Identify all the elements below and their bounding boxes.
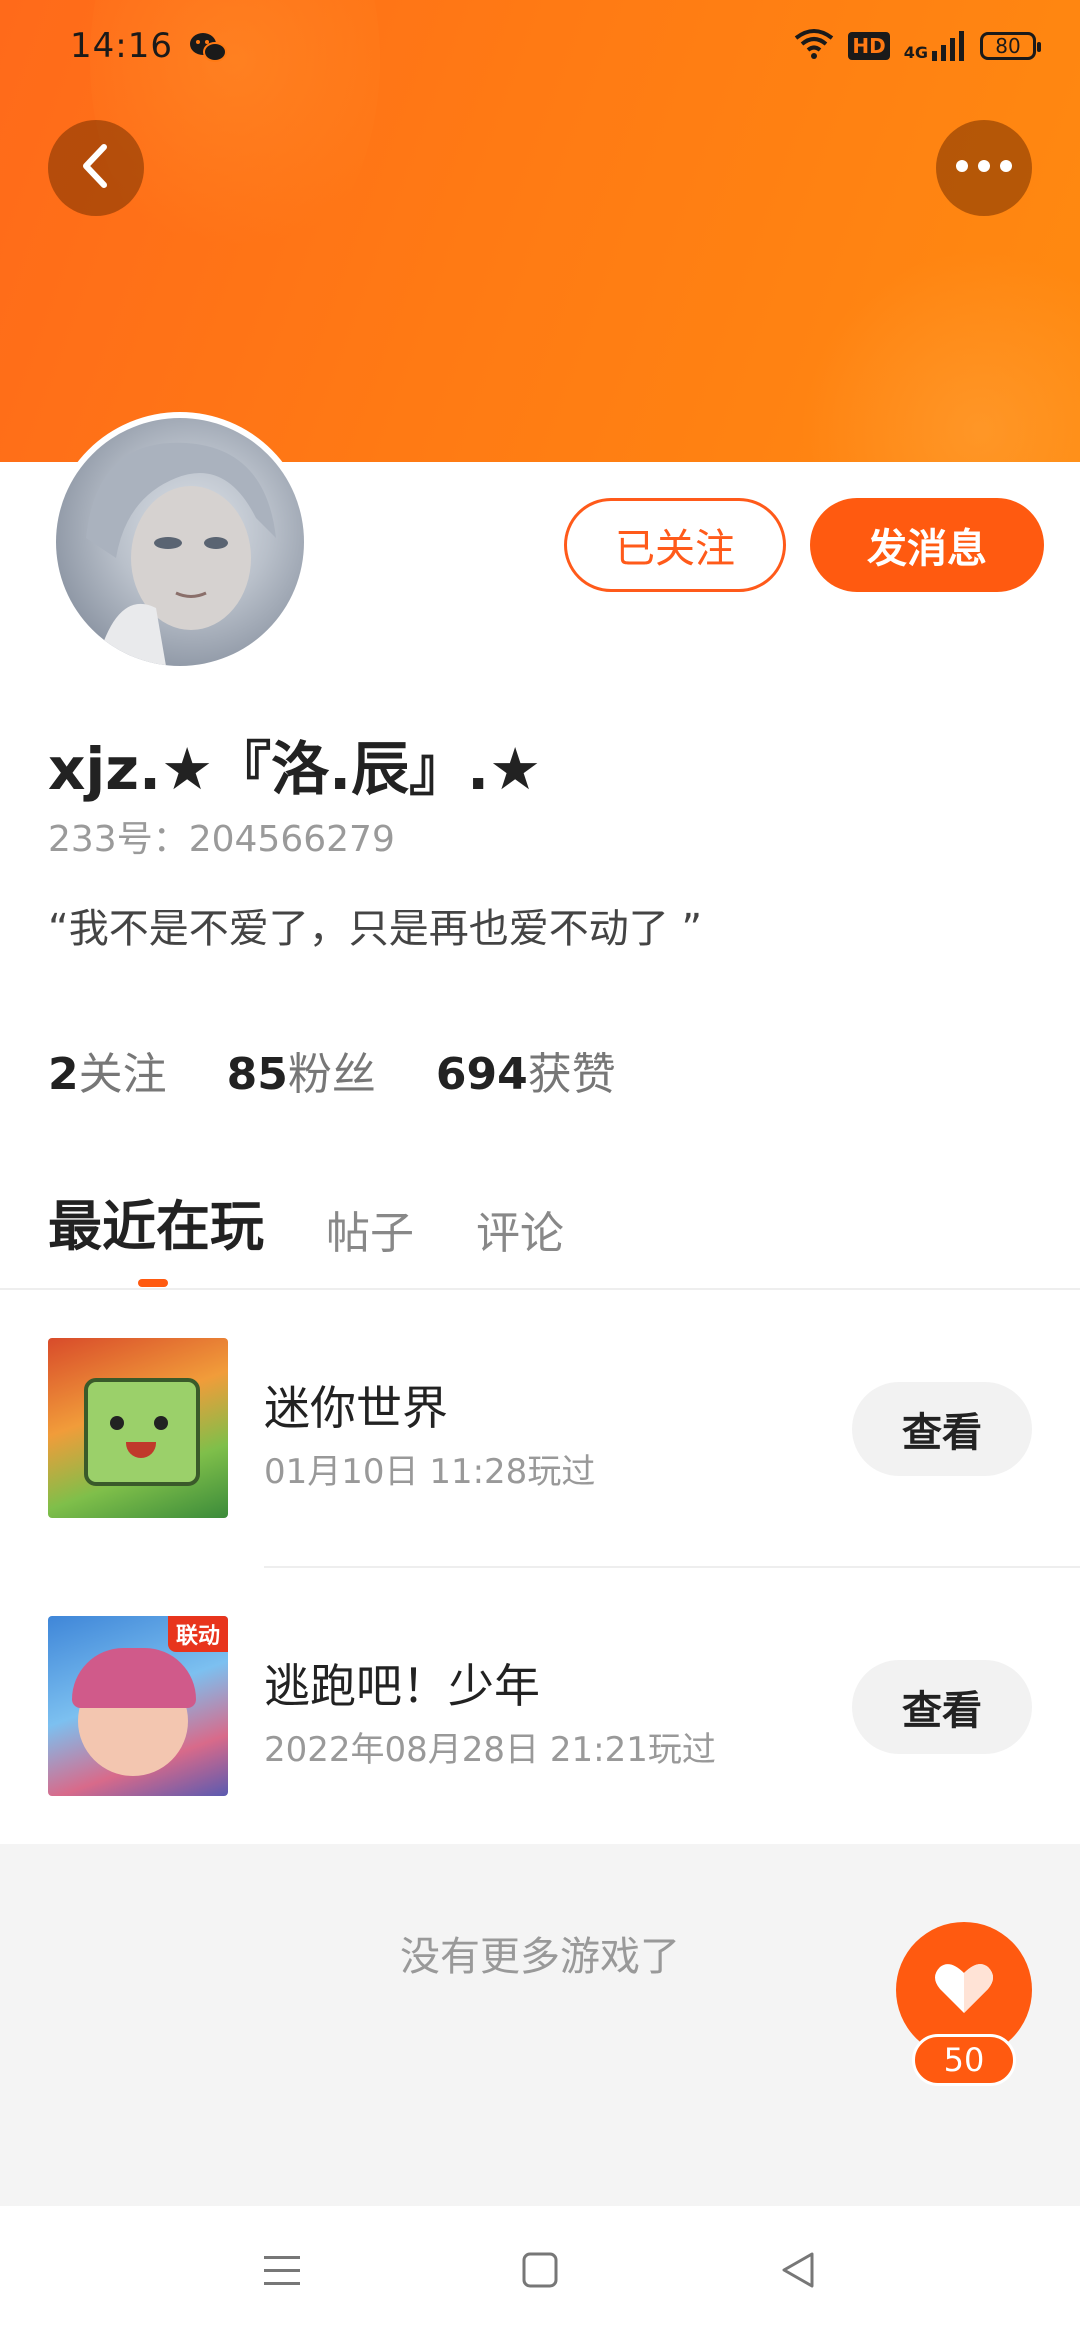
chevron-left-icon [76, 141, 116, 195]
battery-icon: 80 [980, 32, 1041, 60]
wechat-notification-icon [188, 30, 228, 66]
collab-badge: 联动 [167, 1616, 228, 1652]
mini-world-game-icon [48, 1338, 228, 1518]
tab-recently-played[interactable]: 最近在玩 [48, 1182, 264, 1261]
network-type: 4G [903, 43, 928, 62]
cellular-signal-icon: 4G [904, 31, 966, 61]
active-tab-indicator [138, 1279, 168, 1287]
game-played-time: 01月10日 11:28玩过 [264, 1452, 596, 1492]
back-nav-button[interactable] [768, 2242, 828, 2302]
stat-following[interactable]: 2关注 [48, 1038, 167, 1102]
stat-label: 粉丝 [287, 1049, 376, 1100]
view-button[interactable]: 查看 [852, 1382, 1032, 1476]
list-item[interactable]: 联动 逃跑吧！少年 2022年08月28日 21:21玩过 查看 [0, 1616, 1080, 1796]
status-bar: 14:16 HD 4G 80 [0, 0, 1080, 96]
back-button[interactable] [48, 120, 144, 216]
tabs-divider [0, 1288, 1080, 1290]
home-nav-button[interactable] [510, 2242, 570, 2302]
banner-decoration [800, 250, 1080, 462]
profile-stats: 2关注 85粉丝 694获赞 [48, 1038, 616, 1102]
game-name: 迷你世界 [264, 1381, 448, 1435]
stat-number: 85 [226, 1049, 288, 1100]
followed-button[interactable]: 已关注 [564, 498, 786, 592]
status-icons: HD 4G 80 [794, 28, 1041, 64]
avatar-image [56, 418, 304, 666]
stat-number: 2 [48, 1049, 79, 1100]
tab-posts[interactable]: 帖子 [326, 1197, 414, 1261]
user-bio: “我不是不爱了，只是再也爱不动了 ” [48, 906, 703, 952]
more-options-button[interactable] [936, 120, 1032, 216]
list-item[interactable]: 迷你世界 01月10日 11:28玩过 查看 [0, 1338, 1080, 1518]
tab-comments[interactable]: 评论 [476, 1197, 564, 1261]
more-dots-icon [954, 158, 1014, 178]
battery-level: 80 [995, 34, 1021, 58]
view-button[interactable]: 查看 [852, 1660, 1032, 1754]
heart-icon [934, 1961, 994, 2019]
like-count-badge: 50 [912, 2034, 1016, 2086]
send-message-button[interactable]: 发消息 [810, 498, 1044, 592]
avatar[interactable] [50, 412, 310, 672]
stat-label: 关注 [78, 1049, 167, 1100]
game-name: 逃跑吧！少年 [264, 1659, 540, 1713]
stat-number: 694 [435, 1049, 528, 1100]
menu-icon [262, 2252, 302, 2292]
back-triangle-icon [778, 2250, 818, 2294]
stat-label: 获赞 [527, 1049, 616, 1100]
system-nav-bar [0, 2206, 1080, 2340]
game-mascot [84, 1378, 200, 1486]
game-played-time: 2022年08月28日 21:21玩过 [264, 1730, 716, 1770]
profile-tabs: 最近在玩 帖子 评论 [48, 1182, 564, 1261]
escape-youth-game-icon: 联动 [48, 1616, 228, 1796]
hd-badge: HD [848, 32, 890, 60]
status-time: 14:16 [70, 26, 173, 66]
home-square-icon [520, 2250, 560, 2294]
user-id: 233号：204566279 [48, 819, 395, 860]
stat-likes[interactable]: 694获赞 [436, 1038, 616, 1102]
username: xjz.★『洛.辰』.★ [48, 735, 542, 803]
wifi-icon [794, 28, 834, 64]
list-divider [264, 1566, 1080, 1568]
game-character [72, 1648, 196, 1776]
stat-fans[interactable]: 85粉丝 [227, 1038, 376, 1102]
menu-nav-button[interactable] [252, 2242, 312, 2302]
